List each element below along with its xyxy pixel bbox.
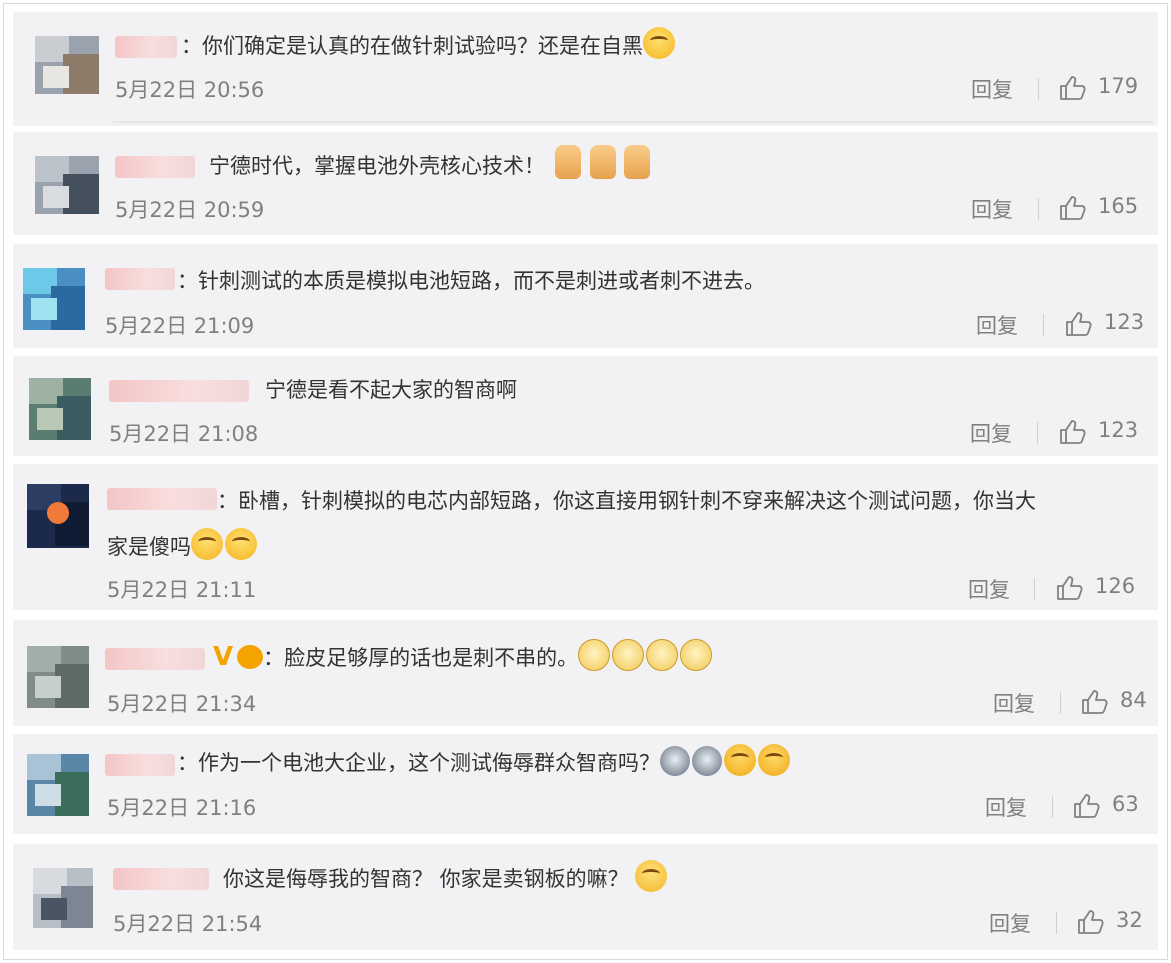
doge-emoji-icon bbox=[578, 639, 611, 671]
reply-button[interactable]: 回复 bbox=[971, 194, 1013, 224]
like-count: 123 bbox=[1098, 418, 1139, 442]
laugh-emoji-icon bbox=[643, 27, 675, 59]
comment-text: 宁德时代，掌握电池外壳核心技术！ bbox=[209, 145, 652, 187]
crying-laugh-emoji-icon bbox=[225, 528, 257, 560]
divider bbox=[113, 121, 1153, 123]
avatar[interactable] bbox=[33, 868, 93, 928]
doge-emoji-icon bbox=[646, 639, 679, 671]
comment-time: 5月22日 21:16 bbox=[107, 796, 257, 820]
husky-emoji-icon bbox=[692, 746, 722, 776]
avatar[interactable] bbox=[29, 378, 91, 440]
comment-time: 5月22日 21:54 bbox=[113, 912, 263, 936]
comment-time: 5月22日 20:59 bbox=[115, 198, 265, 222]
thumbs-up-emoji-icon bbox=[624, 145, 651, 179]
shh-emoji-icon bbox=[635, 860, 668, 892]
comment-item: V ：脸皮足够厚的话也是刺不串的。 5月22日 21:34 回复 84 bbox=[13, 620, 1158, 726]
divider bbox=[1052, 796, 1053, 818]
avatar[interactable] bbox=[27, 646, 89, 708]
comment-text: 宁德是看不起大家的智商啊 bbox=[265, 378, 517, 402]
comment-item: ：卧槽，针刺模拟的电芯内部短路，你这直接用钢针刺不穿来解决这个测试问题，你当大 … bbox=[13, 464, 1158, 610]
comment-time: 5月22日 21:11 bbox=[107, 578, 257, 602]
divider bbox=[1038, 78, 1039, 100]
doge-emoji-icon bbox=[612, 639, 645, 671]
avatar[interactable] bbox=[27, 484, 89, 548]
divider bbox=[1037, 422, 1038, 444]
comment-time: 5月22日 21:09 bbox=[105, 314, 255, 338]
reply-button[interactable]: 回复 bbox=[971, 74, 1013, 104]
divider bbox=[1056, 912, 1057, 934]
username-blurred[interactable] bbox=[115, 36, 177, 58]
comment-item: 宁德时代，掌握电池外壳核心技术！ 5月22日 20:59 回复 165 bbox=[13, 132, 1158, 235]
like-count: 123 bbox=[1104, 310, 1145, 334]
avatar[interactable] bbox=[35, 36, 99, 94]
cry-emoji-icon bbox=[724, 744, 756, 776]
username-blurred[interactable] bbox=[105, 268, 175, 290]
comment-text: ：你们确定是认真的在做针刺试验吗？还是在自黑 bbox=[181, 25, 677, 67]
like-icon[interactable] bbox=[1073, 793, 1101, 819]
crying-laugh-emoji-icon bbox=[191, 528, 223, 560]
like-count: 63 bbox=[1112, 792, 1139, 816]
comment-item: ：作为一个电池大企业，这个测试侮辱群众智商吗？ 5月22日 21:16 回复 6… bbox=[13, 734, 1158, 834]
like-icon[interactable] bbox=[1059, 195, 1087, 221]
username-blurred[interactable] bbox=[109, 380, 249, 402]
reply-button[interactable]: 回复 bbox=[989, 908, 1031, 938]
comment-item: ：你们确定是认真的在做针刺试验吗？还是在自黑 5月22日 20:56 回复 17… bbox=[13, 12, 1158, 126]
like-count: 179 bbox=[1098, 74, 1139, 98]
thumbs-up-emoji-icon bbox=[555, 145, 581, 179]
divider bbox=[1034, 578, 1035, 600]
comment-item: 你这是侮辱我的智商？ 你家是卖钢板的嘛？ 5月22日 21:54 回复 32 bbox=[13, 844, 1158, 950]
doge-emoji-icon bbox=[680, 639, 713, 671]
comment-item: ：针刺测试的本质是模拟电池短路，而不是刺进或者刺不进去。 5月22日 21:09… bbox=[13, 244, 1158, 348]
comment-text: ：卧槽，针刺模拟的电芯内部短路，你这直接用钢针刺不穿来解决这个测试问题，你当大 bbox=[217, 489, 1036, 513]
comment-text: ：针刺测试的本质是模拟电池短路，而不是刺进或者刺不进去。 bbox=[177, 269, 765, 293]
comment-text: 你这是侮辱我的智商？ 你家是卖钢板的嘛？ bbox=[223, 858, 669, 900]
comment-time: 5月22日 21:08 bbox=[109, 422, 259, 446]
avatar[interactable] bbox=[35, 156, 99, 214]
username-blurred[interactable] bbox=[105, 754, 175, 776]
thumbs-up-emoji-icon bbox=[589, 145, 616, 179]
like-icon[interactable] bbox=[1081, 689, 1109, 715]
like-count: 32 bbox=[1116, 908, 1143, 932]
like-icon[interactable] bbox=[1056, 575, 1084, 601]
comment-text-continued: 家是傻吗 bbox=[107, 526, 259, 568]
comment-text: ：作为一个电池大企业，这个测试侮辱群众智商吗？ bbox=[177, 742, 792, 784]
like-icon[interactable] bbox=[1077, 909, 1105, 935]
comment-text: V ：脸皮足够厚的话也是刺不串的。 bbox=[209, 636, 714, 679]
username-blurred[interactable] bbox=[113, 868, 209, 890]
member-crown-icon bbox=[237, 645, 264, 669]
husky-emoji-icon bbox=[660, 746, 690, 776]
username-blurred[interactable] bbox=[107, 488, 217, 510]
cry-emoji-icon bbox=[758, 744, 790, 776]
like-icon[interactable] bbox=[1065, 311, 1093, 337]
comment-time: 5月22日 21:34 bbox=[107, 692, 257, 716]
divider bbox=[1060, 692, 1061, 714]
divider bbox=[1043, 314, 1044, 336]
verified-badge-icon: V bbox=[213, 642, 234, 672]
avatar[interactable] bbox=[23, 268, 85, 330]
reply-button[interactable]: 回复 bbox=[976, 310, 1018, 340]
comment-item: 宁德是看不起大家的智商啊 5月22日 21:08 回复 123 bbox=[13, 356, 1158, 456]
like-count: 126 bbox=[1095, 574, 1136, 598]
like-count: 165 bbox=[1098, 194, 1139, 218]
reply-button[interactable]: 回复 bbox=[968, 574, 1010, 604]
reply-button[interactable]: 回复 bbox=[970, 418, 1012, 448]
divider bbox=[1038, 198, 1039, 220]
username-blurred[interactable] bbox=[115, 156, 195, 178]
reply-button[interactable]: 回复 bbox=[993, 688, 1035, 718]
avatar[interactable] bbox=[27, 754, 89, 816]
like-icon[interactable] bbox=[1059, 419, 1087, 445]
like-icon[interactable] bbox=[1059, 75, 1087, 101]
reply-button[interactable]: 回复 bbox=[985, 792, 1027, 822]
comment-time: 5月22日 20:56 bbox=[115, 78, 265, 102]
like-count: 84 bbox=[1120, 688, 1147, 712]
username-blurred[interactable] bbox=[105, 648, 205, 670]
